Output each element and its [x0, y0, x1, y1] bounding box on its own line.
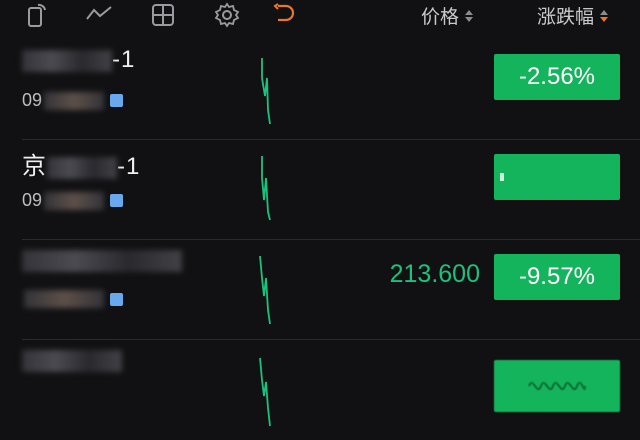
- stock-name: [22, 246, 182, 274]
- undo-icon[interactable]: [272, 2, 298, 28]
- rotate-phone-icon[interactable]: [24, 2, 50, 28]
- market-tag-icon: [110, 292, 123, 306]
- change-badge[interactable]: -2.56%: [494, 54, 620, 100]
- market-tag-icon: [110, 194, 124, 207]
- blurred-name: [22, 349, 122, 372]
- blurred-name: [22, 249, 182, 272]
- stock-code: 09: [22, 90, 124, 111]
- change-badge[interactable]: -9.57%: [494, 254, 620, 300]
- sparkline-chart: [261, 156, 271, 221]
- sparkline-chart: [259, 357, 271, 427]
- blurred-name: [22, 49, 112, 72]
- stock-code: 09: [22, 190, 124, 211]
- toolbar: 价格 涨跌幅: [0, 0, 640, 34]
- stock-row[interactable]: -1 09 -2.56%: [0, 40, 640, 140]
- scribble-mark: [528, 381, 586, 391]
- change-badge[interactable]: [494, 360, 620, 412]
- blurred-code: [44, 91, 105, 110]
- stock-name: -1: [22, 46, 135, 74]
- trend-line-icon[interactable]: [86, 2, 112, 28]
- redacted-change-mark: [500, 173, 504, 181]
- gear-icon[interactable]: [214, 2, 240, 28]
- stock-row[interactable]: 京 -1 09: [0, 140, 640, 240]
- stock-code: [22, 290, 123, 308]
- market-tag-icon: [110, 94, 124, 107]
- sort-descending-icon: [600, 9, 609, 22]
- grid-icon[interactable]: [150, 2, 176, 28]
- stock-name: [22, 346, 122, 374]
- price-column-header[interactable]: 价格: [421, 2, 474, 29]
- blurred-code: [24, 290, 104, 308]
- sparkline-chart: [261, 58, 271, 125]
- stock-name: 京 -1: [22, 153, 141, 180]
- stock-row[interactable]: 213.600 -9.57%: [0, 240, 640, 340]
- stock-row[interactable]: [0, 340, 640, 440]
- sparkline-chart: [259, 255, 271, 325]
- change-header-label: 涨跌幅: [537, 7, 595, 28]
- price-header-label: 价格: [421, 7, 460, 28]
- stock-price: 213.600: [389, 260, 480, 288]
- blurred-name: [47, 156, 117, 179]
- blurred-code: [44, 191, 105, 210]
- change-badge[interactable]: [494, 154, 620, 200]
- change-column-header[interactable]: 涨跌幅: [537, 2, 609, 29]
- sort-arrows-icon: [465, 9, 474, 22]
